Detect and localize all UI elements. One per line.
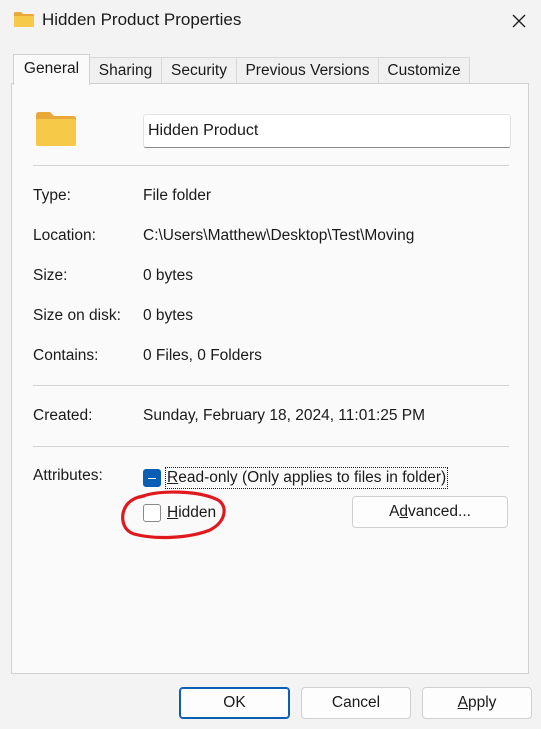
close-button[interactable] [497,0,541,42]
tab-strip: General Sharing Security Previous Versio… [13,54,533,85]
size-on-disk-label: Size on disk: [33,307,121,324]
apply-button[interactable]: Apply [422,687,532,719]
cancel-button[interactable]: Cancel [301,687,411,719]
advanced-button[interactable]: Advanced... [352,496,508,528]
general-tab-panel: Type: File folder Location: C:\Users\Mat… [11,83,529,674]
divider [33,165,509,166]
hidden-label-rest: idden [178,504,217,521]
tab-customize[interactable]: Customize [378,57,470,83]
type-value: File folder [143,187,212,204]
readonly-checkbox[interactable] [143,469,161,487]
ok-button[interactable]: OK [179,687,290,719]
attributes-label: Attributes: [33,467,103,484]
folder-icon [36,112,76,146]
created-value: Sunday, February 18, 2024, 11:01:25 PM [143,407,426,424]
divider [33,446,509,447]
tab-sharing[interactable]: Sharing [89,57,162,83]
location-value: C:\Users\Matthew\Desktop\Test\Moving [143,227,415,244]
hidden-checkbox[interactable] [143,504,161,522]
size-value: 0 bytes [143,267,193,284]
folder-name-input[interactable] [143,114,511,148]
hidden-label[interactable]: Hidden [167,504,216,522]
readonly-label[interactable]: Read-only (Only applies to files in fold… [164,467,449,489]
type-label: Type: [33,187,71,204]
apply-label-accel: A [457,694,468,711]
apply-label-rest: pply [467,694,497,711]
tab-security[interactable]: Security [161,57,237,83]
advanced-label-pre: A [389,503,400,520]
properties-dialog: Hidden Product Properties General Sharin… [0,0,541,729]
folder-icon [14,12,34,27]
size-label: Size: [33,267,68,284]
created-label: Created: [33,407,93,424]
contains-label: Contains: [33,347,99,364]
tab-general[interactable]: General [13,54,90,85]
location-label: Location: [33,227,96,244]
advanced-label-accel: d [399,503,409,520]
divider [33,385,509,386]
contains-value: 0 Files, 0 Folders [143,347,262,364]
readonly-label-rest: ead-only (Only applies to files in folde… [178,469,447,486]
advanced-label-rest: vanced... [408,503,471,520]
tab-previous-versions[interactable]: Previous Versions [236,57,379,83]
window-title: Hidden Product Properties [42,10,242,29]
title-bar: Hidden Product Properties [0,0,541,42]
close-icon [512,14,526,28]
size-on-disk-value: 0 bytes [143,307,193,324]
readonly-label-accel: R [167,469,179,486]
hidden-label-accel: H [167,504,179,521]
